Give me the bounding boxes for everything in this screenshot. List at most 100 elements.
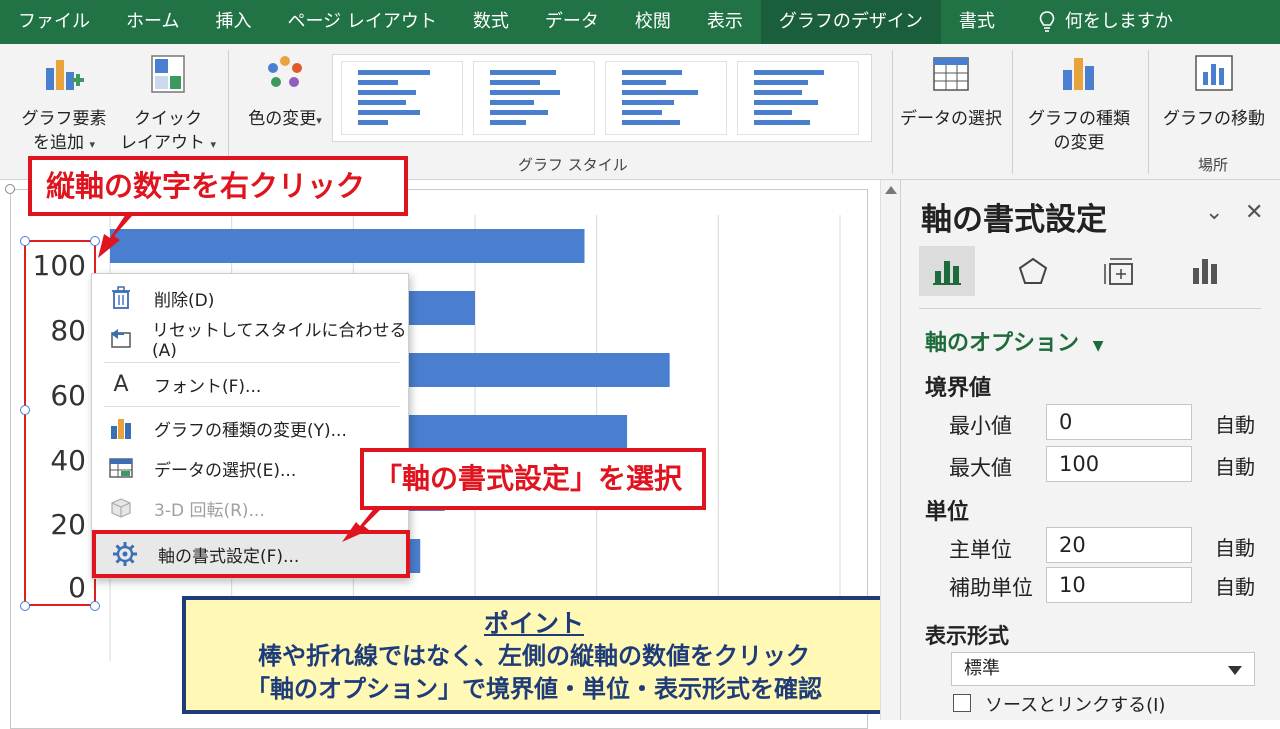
link-to-source-checkbox[interactable] — [953, 694, 971, 712]
tab-page-layout[interactable]: ページ レイアウト — [269, 0, 454, 44]
menu-item-label: 削除(D) — [154, 290, 215, 311]
thumbnail-bar — [754, 70, 824, 75]
link-to-source-label: ソースとリンクする(I) — [985, 695, 1166, 716]
quick-layout-label-1: クイック — [134, 109, 202, 129]
selection-handle[interactable] — [90, 601, 100, 611]
change-colors-button[interactable]: 色の変更▾ — [240, 54, 330, 133]
chevron-down-icon[interactable]: ⌄ — [1205, 200, 1223, 225]
tab-review[interactable]: 校閲 — [617, 0, 689, 44]
thumbnail-bar — [490, 110, 548, 115]
menu-item-label: リセットしてスタイルに合わせる(A) — [152, 320, 407, 361]
selection-handle[interactable] — [20, 601, 30, 611]
chevron-down-icon: ▾ — [210, 138, 216, 151]
thumbnail-bar — [490, 70, 556, 75]
thumbnail-bar — [490, 100, 534, 105]
ribbon-separator — [892, 50, 893, 174]
selection-handle[interactable] — [20, 405, 30, 415]
close-icon[interactable]: ✕ — [1245, 200, 1263, 225]
minimum-label: 最小値 — [949, 414, 1012, 438]
menu-item-font[interactable]: A フォント(F)... — [92, 364, 408, 404]
color-palette-icon — [268, 56, 302, 87]
major-unit-auto-button[interactable]: 自動 — [1215, 532, 1255, 561]
axis-options-icon — [933, 261, 961, 285]
select-data-label: データの選択 — [900, 109, 1002, 129]
tab-insert[interactable]: 挿入 — [197, 0, 269, 44]
change-chart-type-button[interactable]: グラフの種類 の変更 — [1020, 54, 1138, 155]
lightbulb-icon — [1039, 11, 1055, 32]
minor-unit-label: 補助単位 — [949, 576, 1033, 600]
thumbnail-bar — [754, 110, 792, 115]
units-heading: 単位 — [925, 500, 970, 525]
maximum-label: 最大値 — [949, 456, 1012, 480]
tab-home[interactable]: ホーム — [108, 0, 197, 44]
chevron-down-icon: ▾ — [89, 138, 95, 151]
thumbnail-bar — [490, 120, 526, 125]
move-chart-label: グラフの移動 — [1163, 109, 1265, 129]
tell-me-box[interactable]: 何をしますか — [1013, 0, 1191, 44]
number-format-select[interactable]: 標準 — [951, 652, 1255, 686]
ribbon-separator — [1012, 50, 1013, 174]
quick-layout-button[interactable]: クイック レイアウト ▾ — [118, 54, 218, 157]
thumbnail-bar — [622, 90, 698, 95]
chart-style-4[interactable] — [737, 61, 859, 135]
move-chart-icon — [1195, 55, 1233, 91]
thumbnail-bar — [490, 90, 560, 95]
vertical-axis-selection[interactable] — [24, 240, 96, 606]
point-note-box: ポイント 棒や折れ線ではなく、左側の縦軸の数値をクリック 「軸のオプション」で境… — [182, 596, 886, 714]
major-unit-field[interactable]: 20 — [1046, 527, 1192, 563]
thumbnail-bar — [358, 70, 430, 75]
chart-style-3[interactable] — [605, 61, 727, 135]
tab-chart-options[interactable] — [1177, 246, 1233, 296]
ribbon-tab-bar: ファイル ホーム 挿入 ページ レイアウト 数式 データ 校閲 表示 グラフのデ… — [0, 0, 1280, 44]
selection-handle[interactable] — [20, 236, 30, 246]
menu-item-delete[interactable]: 削除(D) — [92, 278, 408, 318]
thumbnail-bar — [358, 90, 416, 95]
tab-view[interactable]: 表示 — [689, 0, 761, 44]
minor-unit-field[interactable]: 10 — [1046, 567, 1192, 603]
add-chart-element-icon — [46, 60, 84, 90]
ribbon-separator — [1148, 50, 1149, 174]
callout-arrow-icon — [342, 506, 382, 542]
axis-options-section[interactable]: 軸のオプション ▼ — [925, 325, 1103, 357]
tab-chart-design[interactable]: グラフのデザイン — [760, 0, 941, 44]
major-unit-label: 主単位 — [949, 538, 1012, 562]
add-chart-element-label-1: グラフ要素 — [21, 109, 107, 129]
menu-item-label: フォント(F)... — [154, 376, 262, 397]
tab-axis-options[interactable] — [919, 246, 975, 296]
maximum-field[interactable]: 100 — [1046, 446, 1192, 482]
quick-layout-icon — [151, 55, 185, 93]
point-line-2: 「軸のオプション」で境界値・単位・表示形式を確認 — [246, 675, 822, 703]
select-data-button[interactable]: データの選択 — [898, 54, 1004, 131]
callout-arrow-icon — [98, 214, 132, 258]
chart-styles-group-label: グラフ スタイル — [518, 156, 628, 174]
scroll-up-icon[interactable] — [885, 186, 897, 194]
trash-icon — [108, 285, 134, 311]
menu-item-change-chart-type[interactable]: グラフの種類の変更(Y)... — [92, 408, 408, 448]
minimum-auto-button[interactable]: 自動 — [1215, 409, 1255, 438]
tab-size-properties[interactable] — [1091, 246, 1147, 296]
tab-format[interactable]: 書式 — [941, 0, 1013, 44]
add-chart-element-button[interactable]: グラフ要素 を追加 ▾ — [14, 54, 114, 157]
tab-file[interactable]: ファイル — [0, 0, 108, 44]
minimum-field[interactable]: 0 — [1046, 404, 1192, 440]
move-chart-button[interactable]: グラフの移動 — [1156, 54, 1272, 131]
tab-fill-line[interactable] — [1005, 246, 1061, 296]
maximum-auto-button[interactable]: 自動 — [1215, 451, 1255, 480]
point-title: ポイント — [483, 609, 584, 638]
thumbnail-bar — [358, 100, 406, 105]
change-chart-type-icon — [1063, 58, 1094, 90]
tab-formulas[interactable]: 数式 — [455, 0, 527, 44]
number-format-heading: 表示形式 — [925, 624, 1009, 648]
data-select-icon — [108, 455, 134, 481]
thumbnail-bar — [622, 80, 666, 85]
menu-item-reset-style[interactable]: リセットしてスタイルに合わせる(A) — [92, 318, 408, 361]
thumbnail-bar — [490, 80, 540, 85]
thumbnail-bar — [358, 80, 398, 85]
tab-data[interactable]: データ — [527, 0, 617, 44]
chart-style-1[interactable] — [341, 61, 463, 135]
chart-bar[interactable] — [110, 229, 585, 263]
chart-style-2[interactable] — [473, 61, 595, 135]
minor-unit-auto-button[interactable]: 自動 — [1215, 571, 1255, 600]
vertical-scrollbar[interactable] — [880, 180, 900, 720]
location-group-label: 場所 — [1198, 156, 1229, 174]
